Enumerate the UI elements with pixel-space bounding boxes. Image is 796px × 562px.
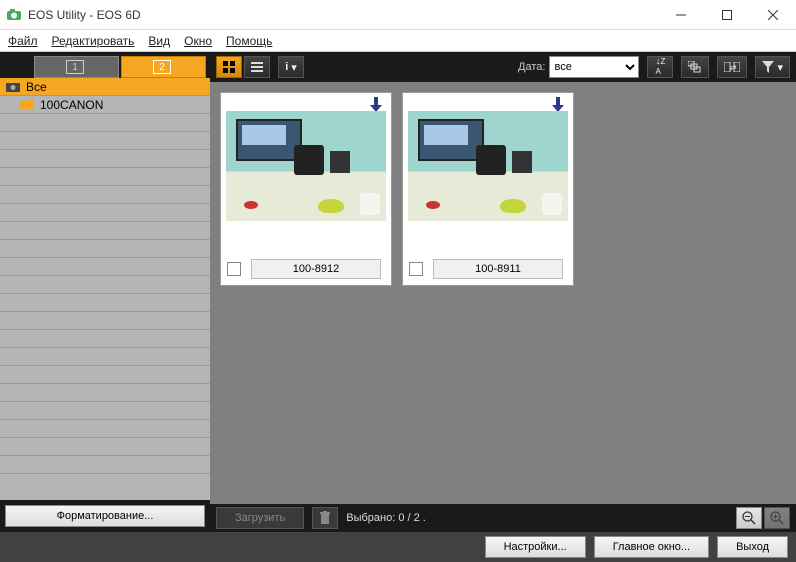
delete-button[interactable] bbox=[312, 507, 338, 529]
chevron-down-icon: ▾ bbox=[291, 61, 297, 74]
zoom-out-icon bbox=[742, 511, 756, 525]
date-filter: Дата: все bbox=[518, 56, 639, 78]
grid-icon bbox=[223, 61, 235, 73]
main-toolbar: i ▾ Дата: все ↓ZA ⇄ ▾ bbox=[210, 52, 796, 82]
view-grid-button[interactable] bbox=[216, 56, 242, 78]
titlebar: EOS Utility - EOS 6D bbox=[0, 0, 796, 30]
bottom-bar: Настройки... Главное окно... Выход bbox=[0, 532, 796, 562]
trash-icon bbox=[319, 511, 331, 525]
window-title: EOS Utility - EOS 6D bbox=[28, 8, 141, 22]
tree-row-all[interactable]: Все bbox=[0, 78, 210, 96]
tree-row-empty bbox=[0, 114, 210, 132]
menu-file[interactable]: Файл bbox=[8, 34, 38, 48]
maximize-button[interactable] bbox=[704, 0, 750, 30]
compare-icon: ⇄ bbox=[724, 62, 740, 72]
thumbnail-image bbox=[226, 111, 386, 221]
zoom-in-icon bbox=[770, 511, 784, 525]
filter-button[interactable]: ▾ bbox=[755, 56, 790, 78]
thumbnail-image bbox=[408, 111, 568, 221]
sort-icon: ↓ZA bbox=[656, 57, 666, 77]
tree-row-folder[interactable]: 100CANON bbox=[0, 96, 210, 114]
zoom-in-button[interactable] bbox=[764, 507, 790, 529]
thumbnail-card[interactable]: 100-8912 bbox=[220, 92, 392, 286]
thumbnail-area[interactable]: 100-8912 100-8911 bbox=[210, 82, 796, 504]
group-button[interactable] bbox=[681, 56, 709, 78]
tab-2-label: 2 bbox=[153, 60, 171, 74]
main-window-button[interactable]: Главное окно... bbox=[594, 536, 709, 558]
date-select[interactable]: все bbox=[549, 56, 639, 78]
compare-button[interactable]: ⇄ bbox=[717, 56, 747, 78]
group-icon bbox=[688, 61, 702, 73]
info-icon-label: i bbox=[285, 61, 288, 73]
minimize-button[interactable] bbox=[658, 0, 704, 30]
menubar: Файл Редактировать Вид Окно Помощь bbox=[0, 30, 796, 52]
zoom-out-button[interactable] bbox=[736, 507, 762, 529]
menu-window[interactable]: Окно bbox=[184, 34, 212, 48]
sidebar: 1 2 Все 100CANON Форматирование... bbox=[0, 52, 210, 532]
info-button[interactable]: i ▾ bbox=[278, 56, 304, 78]
download-button[interactable]: Загрузить bbox=[216, 507, 304, 529]
close-button[interactable] bbox=[750, 0, 796, 30]
app-icon bbox=[6, 7, 22, 23]
menu-view[interactable]: Вид bbox=[148, 34, 170, 48]
menu-help[interactable]: Помощь bbox=[226, 34, 272, 48]
selection-status: Выбрано: 0 / 2 . bbox=[346, 512, 426, 524]
main-statusbar: Загрузить Выбрано: 0 / 2 . bbox=[210, 504, 796, 532]
folder-icon bbox=[20, 99, 34, 111]
list-icon bbox=[251, 61, 263, 73]
sidebar-tab-2[interactable]: 2 bbox=[121, 56, 206, 78]
folder-tree[interactable]: Все 100CANON bbox=[0, 78, 210, 500]
thumbnail-card[interactable]: 100-8911 bbox=[402, 92, 574, 286]
camera-icon bbox=[6, 81, 20, 93]
main-panel: i ▾ Дата: все ↓ZA ⇄ ▾ bbox=[210, 52, 796, 532]
tab-1-label: 1 bbox=[66, 60, 84, 74]
thumbnail-checkbox[interactable] bbox=[409, 262, 423, 276]
date-label: Дата: bbox=[518, 61, 545, 73]
format-button[interactable]: Форматирование... bbox=[5, 505, 205, 527]
tree-folder-label: 100CANON bbox=[40, 98, 103, 112]
view-list-button[interactable] bbox=[244, 56, 270, 78]
svg-text:⇄: ⇄ bbox=[730, 63, 737, 72]
exit-button[interactable]: Выход bbox=[717, 536, 788, 558]
thumbnail-name: 100-8911 bbox=[433, 259, 563, 279]
menu-edit[interactable]: Редактировать bbox=[52, 34, 135, 48]
sort-button[interactable]: ↓ZA bbox=[647, 56, 673, 78]
thumbnail-name: 100-8912 bbox=[251, 259, 381, 279]
thumbnail-checkbox[interactable] bbox=[227, 262, 241, 276]
tree-all-label: Все bbox=[26, 80, 47, 94]
sidebar-tab-1[interactable]: 1 bbox=[34, 56, 119, 78]
chevron-down-icon: ▾ bbox=[777, 61, 783, 74]
settings-button[interactable]: Настройки... bbox=[485, 536, 586, 558]
filter-icon bbox=[762, 61, 774, 73]
